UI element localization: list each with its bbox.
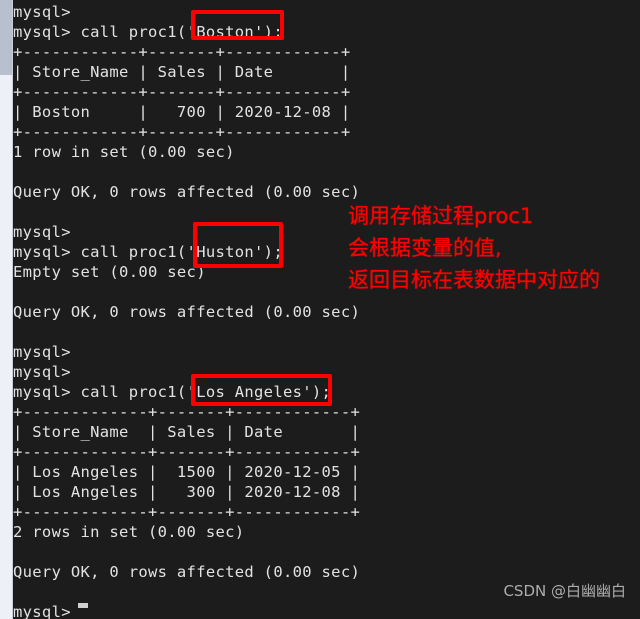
annotation-line-1: 调用存储过程proc1	[348, 204, 534, 228]
terminal-line: +------------+-------+------------+	[13, 123, 351, 141]
terminal-line: | Store_Name | Sales | Date |	[13, 423, 361, 441]
annotation-note: 调用存储过程proc1 会根据变量的值, 返回目标在表数据中对应的	[348, 200, 600, 296]
terminal-line: mysql>	[13, 343, 71, 361]
terminal-cursor	[78, 603, 88, 608]
terminal-output[interactable]: mysql> mysql> call proc1('Boston'); +-----…	[13, 0, 640, 619]
terminal-line: Query OK, 0 rows affected (0.00 sec)	[13, 303, 361, 321]
terminal-line: Query OK, 0 rows affected (0.00 sec)	[13, 183, 361, 201]
terminal-line: mysql>	[13, 363, 71, 381]
vertical-scrollbar[interactable]	[0, 0, 13, 619]
terminal-line: | Boston | 700 | 2020-12-08 |	[13, 103, 351, 121]
terminal-line: mysql> call proc1('Los Angeles');	[13, 383, 332, 401]
terminal-line: +------------+-------+------------+	[13, 43, 351, 61]
terminal-line: +-------------+-------+------------+	[13, 443, 361, 461]
mysql-terminal-screenshot: mysql> mysql> call proc1('Boston'); +-----…	[0, 0, 640, 619]
terminal-line: Query OK, 0 rows affected (0.00 sec)	[13, 563, 361, 581]
terminal-line: mysql>	[13, 3, 71, 21]
annotation-line-3: 返回目标在表数据中对应的	[348, 268, 600, 292]
terminal-line: 2 rows in set (0.00 sec)	[13, 523, 245, 541]
terminal-line: +------------+-------+------------+	[13, 83, 351, 101]
terminal-line: mysql>	[13, 603, 71, 619]
annotation-line-2: 会根据变量的值,	[348, 236, 502, 260]
terminal-line: +-------------+-------+------------+	[13, 503, 361, 521]
csdn-watermark: CSDN @白幽幽白	[503, 582, 626, 600]
terminal-line: | Los Angeles | 300 | 2020-12-08 |	[13, 483, 361, 501]
scrollbar-thumb[interactable]	[0, 0, 12, 75]
terminal-line: mysql> call proc1('Boston');	[13, 23, 283, 41]
terminal-line: | Store_Name | Sales | Date |	[13, 63, 351, 81]
terminal-line: | Los Angeles | 1500 | 2020-12-05 |	[13, 463, 361, 481]
terminal-line: +-------------+-------+------------+	[13, 403, 361, 421]
terminal-line: 1 row in set (0.00 sec)	[13, 143, 235, 161]
